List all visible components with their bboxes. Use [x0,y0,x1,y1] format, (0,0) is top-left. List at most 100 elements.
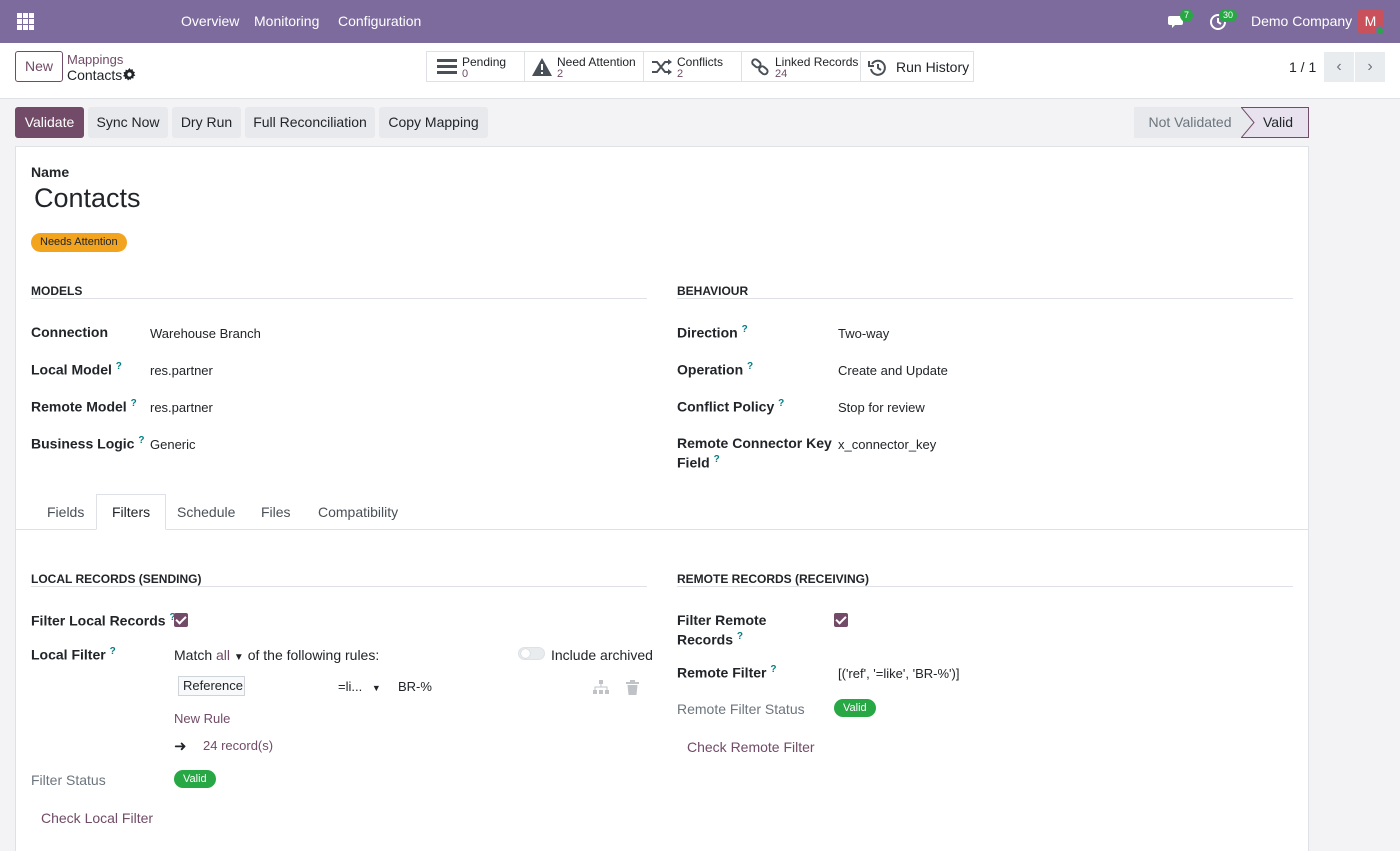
help-icon[interactable]: ? [737,631,743,642]
top-navbar: Overview Monitoring Configuration 7 30 D… [0,0,1400,43]
smart-label: Need Attention [557,55,636,69]
tab-filters[interactable]: Filters [96,494,167,530]
breadcrumb-current: Contacts [67,67,123,83]
trash-icon[interactable] [626,680,639,695]
smart-value: 2 [677,68,684,80]
filter-local-records-checkbox[interactable] [174,613,188,627]
rule-value-input[interactable]: BR-% [398,679,432,694]
help-icon[interactable]: ? [714,454,720,465]
pager-next-button[interactable]: › [1355,52,1385,82]
remote-key-field-label: Remote Connector Key [677,435,832,451]
remote-filter-status-label: Remote Filter Status [677,701,805,717]
company-switcher[interactable]: Demo Company [1251,0,1352,43]
caret-down-icon: ▼ [371,683,381,693]
conflict-policy-field[interactable]: Stop for review [838,400,925,415]
tab-compatibility[interactable]: Compatibility [303,494,413,530]
smart-label: Conflicts [677,55,724,69]
rule-operator-selector[interactable]: =li... ▼ [338,679,381,694]
help-icon[interactable]: ? [770,664,776,675]
gear-icon[interactable] [123,68,136,81]
validate-button[interactable]: Validate [15,107,84,138]
business-logic-field[interactable]: Generic [150,437,196,452]
check-local-filter-button[interactable]: Check Local Filter [41,810,153,826]
filter-local-records-label: Filter Local Records ? [31,612,176,629]
status-badge: Needs Attention [31,233,127,252]
filter-remote-records-checkbox[interactable] [834,613,848,627]
records-count-link[interactable]: 24 record(s) [203,738,273,753]
dry-run-button[interactable]: Dry Run [172,107,241,138]
smart-button-conflicts[interactable]: Conflicts 2 [643,51,742,82]
menu-monitoring[interactable]: Monitoring [254,0,319,43]
operation-label: Operation ? [677,361,754,378]
remote-model-field[interactable]: res.partner [150,400,213,415]
help-icon[interactable]: ? [116,361,122,372]
help-icon[interactable]: ? [138,435,144,446]
pager-previous-button[interactable]: ‹ [1324,52,1354,82]
caret-down-icon: ▼ [233,652,244,663]
help-icon[interactable]: ? [110,646,116,657]
filter-remote-records-label-2: Records ? [677,631,744,648]
copy-mapping-button[interactable]: Copy Mapping [379,107,488,138]
operation-field[interactable]: Create and Update [838,363,948,378]
local-model-field[interactable]: res.partner [150,363,213,378]
new-rule-button[interactable]: New Rule [174,711,230,726]
connection-label: Connection [31,324,108,340]
activities-count-badge: 30 [1219,9,1238,22]
menu-configuration[interactable]: Configuration [338,0,421,43]
sync-now-button[interactable]: Sync Now [88,107,168,138]
remote-filter-field[interactable]: [('ref', '=like', 'BR-%')] [838,666,959,681]
divider [31,298,647,299]
filter-remote-records-label: Filter Remote [677,612,767,628]
sitemap-icon[interactable] [593,680,609,695]
status-arrow-icon [1241,107,1255,138]
smart-label: Pending [462,55,507,69]
history-icon [868,59,886,76]
include-archived-toggle[interactable] [518,647,545,660]
help-icon[interactable]: ? [778,398,784,409]
new-button[interactable]: New [15,51,63,82]
tab-fields[interactable]: Fields [32,494,99,530]
tab-schedule[interactable]: Schedule [162,494,250,530]
help-icon[interactable]: ? [747,361,753,372]
breadcrumb-mappings[interactable]: Mappings [67,52,123,67]
chevron-left-icon: ‹ [1336,58,1342,75]
smart-button-run-history[interactable]: Run History [860,51,974,82]
warning-icon [532,58,552,76]
name-label: Name [31,164,70,180]
full-reconciliation-button[interactable]: Full Reconciliation [245,107,375,138]
rule-field-selector[interactable]: Reference [178,676,245,696]
help-icon[interactable]: ? [742,324,748,335]
divider [677,298,1293,299]
models-section-header: Models [31,284,83,298]
divider [677,586,1293,587]
pager-value[interactable]: 1 / 1 [1289,59,1316,75]
direction-field[interactable]: Two-way [838,326,889,341]
random-icon [652,59,672,75]
menu-overview[interactable]: Overview [181,0,239,43]
smart-button-pending[interactable]: Pending 0 [426,51,525,82]
match-prefix: Match [174,647,213,663]
record-title[interactable]: Contacts [34,183,141,214]
filter-status-label: Filter Status [31,772,106,788]
direction-label: Direction ? [677,324,748,341]
smart-label: Run History [896,59,970,75]
tab-files[interactable]: Files [246,494,306,530]
remote-key-field[interactable]: x_connector_key [838,437,936,452]
status-not-validated[interactable]: Not Validated [1134,107,1246,138]
match-selector[interactable]: all ▼ [216,647,244,663]
apps-grid-icon[interactable] [17,13,34,30]
match-suffix: of the following rules: [247,647,380,663]
remote-model-label: Remote Model ? [31,398,137,415]
chevron-right-icon: › [1367,58,1373,75]
smart-value: 0 [462,68,469,80]
conflict-policy-label: Conflict Policy ? [677,398,785,415]
match-rule-text: Match all ▼ of the following rules: [174,647,379,663]
presence-dot [1375,26,1385,36]
help-icon[interactable]: ? [131,398,137,409]
smart-button-linked-records[interactable]: Linked Records 24 [741,51,861,82]
remote-filter-label: Remote Filter ? [677,664,777,681]
check-remote-filter-button[interactable]: Check Remote Filter [687,739,815,755]
connection-field[interactable]: Warehouse Branch [150,326,261,341]
link-icon [751,58,769,76]
smart-button-need-attention[interactable]: Need Attention 2 [524,51,644,82]
